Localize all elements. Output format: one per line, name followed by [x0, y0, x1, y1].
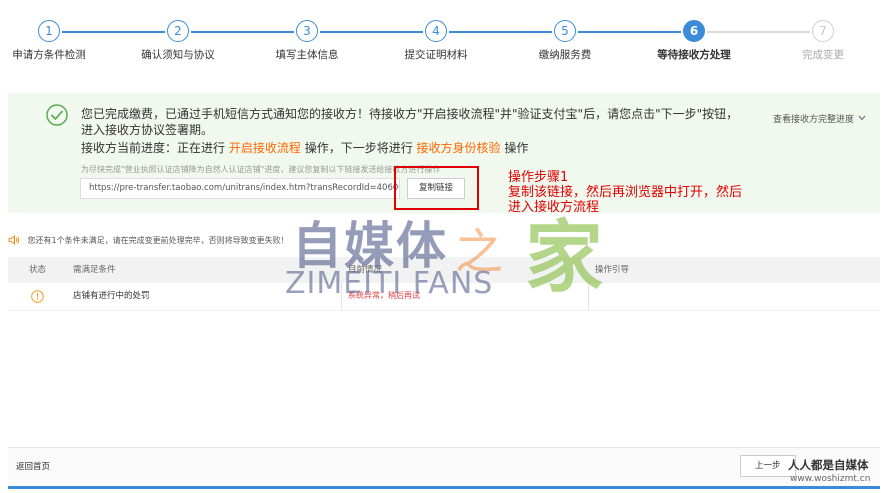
annotation-highlight-box [394, 166, 479, 210]
step-number: 4 [425, 20, 447, 42]
step-label: 申请方条件检测 [12, 49, 86, 61]
progress-prefix: 接收方当前进度：正在进行 [81, 141, 226, 155]
step-label: 确认须知与协议 [141, 49, 215, 61]
step-5: 5 缴纳服务费 [505, 20, 625, 62]
unmet-conditions-warning: 您还有1个条件未满足，请在完成变更前处理完毕，否则将导致变更失败！ [8, 235, 289, 246]
progress-suffix: 操作 [504, 141, 529, 155]
progress-stepper: 1 申请方条件检测 2 确认须知与协议 3 填写主体信息 4 提交证明材料 5 … [0, 0, 896, 80]
step-number: 7 [812, 20, 834, 42]
step-number: 2 [167, 20, 189, 42]
footer-accent-line [8, 486, 880, 489]
step-label: 完成变更 [802, 49, 844, 61]
annotation-title: 操作步骤1 [508, 170, 569, 185]
step-number: 5 [554, 20, 576, 42]
warning-circle-icon [31, 290, 44, 303]
step-1: 1 申请方条件检测 [0, 20, 109, 62]
header-status: 状态 [29, 265, 47, 275]
row-condition: 店铺有进行中的处罚 [73, 291, 150, 301]
step-label: 缴纳服务费 [538, 49, 592, 61]
progress-mid: 操作，下一步将进行 [304, 141, 413, 155]
warning-text: 您还有1个条件未满足，请在完成变更前处理完毕，否则将导致变更失败！ [27, 236, 289, 245]
step-7: 7 完成变更 [763, 20, 883, 62]
check-circle-icon [46, 104, 68, 126]
copy-link-tip: 为尽快完成"营业执照认证店铺降为自然人认证店铺"进度，建议您复制以下链接发送给接… [81, 165, 441, 174]
step-2: 2 确认须知与协议 [118, 20, 238, 62]
progress-current-step: 开启接收流程 [228, 141, 301, 155]
step-label: 填写主体信息 [275, 49, 339, 61]
corner-watermark-title: 人人都是自媒体 [788, 458, 869, 472]
step-number: 3 [296, 20, 318, 42]
step-6-current: 6 等待接收方处理 [634, 20, 754, 62]
step-label: 等待接收方处理 [657, 49, 731, 61]
transfer-link-field[interactable]: https://pre-transfer.taobao.com/unitrans… [80, 178, 400, 199]
receiver-progress: 接收方当前进度：正在进行 开启接收流程 操作，下一步将进行 接收方身份核验 操作 [81, 139, 528, 156]
step-label: 提交证明材料 [404, 49, 468, 61]
view-full-progress-link[interactable]: 查看接收方完整进度 [773, 112, 866, 125]
notice-message: 您已完成缴费，已通过手机短信方式通知您的接收方！待接收方"开启接收流程"并"验证… [81, 107, 739, 137]
notice-panel: 您已完成缴费，已通过手机短信方式通知您的接收方！待接收方"开启接收流程"并"验证… [8, 93, 880, 215]
step-4: 4 提交证明材料 [376, 20, 496, 62]
footer-bar: 返回首页 上一步 [8, 447, 880, 487]
progress-next-step: 接收方身份核验 [416, 141, 501, 155]
step-3: 3 填写主体信息 [247, 20, 367, 62]
chevron-down-icon [858, 115, 866, 121]
header-condition: 需满足条件 [73, 265, 116, 275]
watermark-logo-jia: 家 [525, 213, 604, 303]
step-number: 1 [38, 20, 60, 42]
watermark-logo-en: ZIMEITI FANS [285, 266, 494, 301]
back-home-link[interactable]: 返回首页 [16, 460, 50, 472]
step-number: 6 [683, 20, 705, 42]
view-progress-label: 查看接收方完整进度 [773, 115, 855, 125]
corner-watermark-url: www.woshizmt.cn [790, 474, 871, 484]
speaker-icon [8, 235, 20, 245]
